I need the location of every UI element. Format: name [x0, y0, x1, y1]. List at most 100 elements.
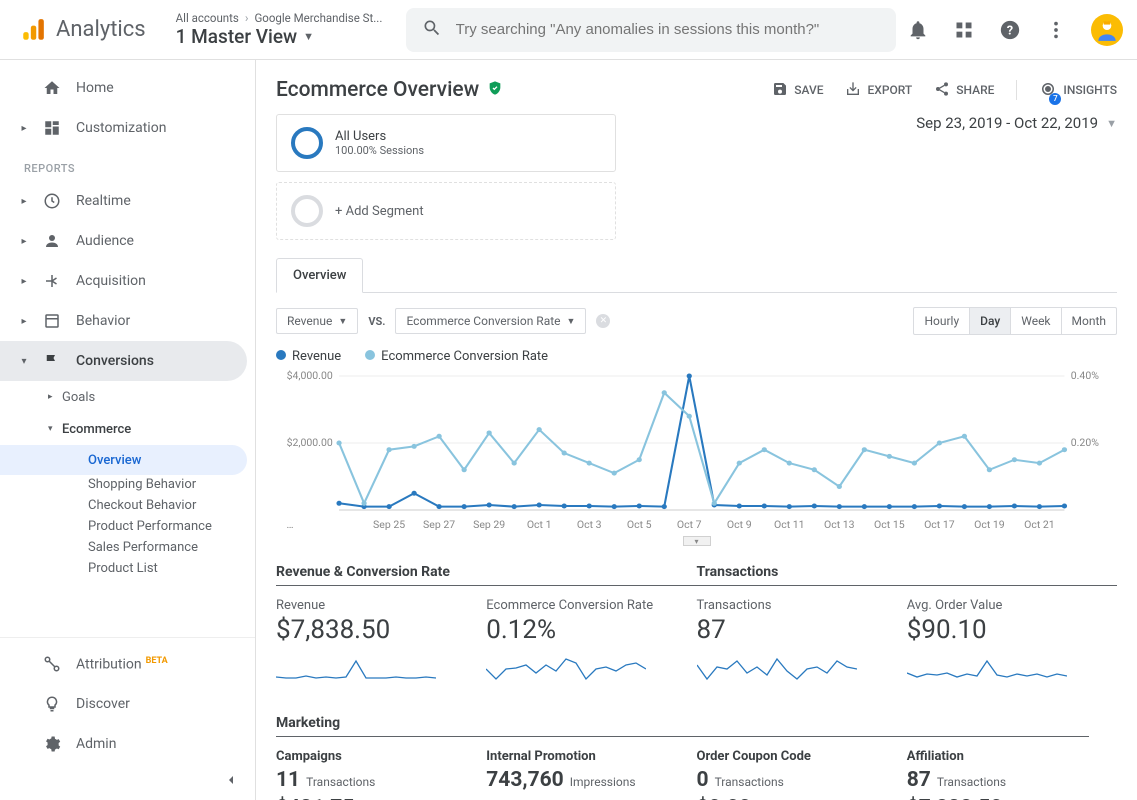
svg-text:Oct 1: Oct 1 — [527, 518, 552, 531]
vs-label: VS. — [368, 315, 385, 328]
tab-bar: Overview — [276, 258, 1117, 293]
attribution-icon — [42, 655, 62, 673]
svg-text:Oct 15: Oct 15 — [874, 518, 905, 531]
nav-sales-performance[interactable]: Sales Performance — [0, 538, 255, 559]
separator — [1016, 80, 1017, 100]
svg-text:0.20%: 0.20% — [1071, 436, 1100, 449]
metric-secondary-dropdown[interactable]: Ecommerce Conversion Rate▼ — [395, 308, 586, 334]
svg-text:$4,000.00: $4,000.00 — [287, 369, 333, 382]
export-button[interactable]: EXPORT — [845, 81, 912, 100]
section-transactions: Transactions — [697, 564, 1118, 586]
nav-goals[interactable]: ▸Goals — [0, 381, 255, 413]
remove-secondary-metric-button[interactable]: ✕ — [596, 314, 610, 328]
granularity-week[interactable]: Week — [1010, 308, 1060, 334]
breadcrumb-property: Google Merchandise St... — [254, 11, 382, 25]
nav-product-list[interactable]: Product List — [0, 559, 255, 586]
granularity-hourly[interactable]: Hourly — [914, 308, 969, 334]
nav-conversions[interactable]: ▾Conversions — [0, 341, 247, 381]
caret-down-icon: ▼ — [567, 316, 576, 327]
more-vert-icon[interactable] — [1045, 19, 1067, 41]
mk-unit: Impressions — [570, 775, 636, 789]
date-range-text: Sep 23, 2019 - Oct 22, 2019 — [916, 114, 1098, 132]
nav-label: Overview — [88, 453, 141, 468]
insights-button[interactable]: 7 INSIGHTS — [1039, 80, 1117, 101]
sparkline — [697, 651, 857, 683]
sparkline — [486, 651, 646, 683]
segment-name: All Users — [335, 129, 424, 144]
behavior-icon — [42, 312, 62, 330]
help-icon[interactable]: ? — [999, 19, 1021, 41]
mk-unit: Transactions — [715, 775, 784, 789]
clock-icon — [42, 192, 62, 210]
nav-section-reports: REPORTS — [0, 148, 255, 181]
nav-label: Conversions — [76, 353, 154, 369]
nav-acquisition[interactable]: ▸Acquisition — [0, 261, 255, 301]
nav-product-performance[interactable]: Product Performance — [0, 517, 255, 538]
action-label: SAVE — [794, 83, 823, 97]
account-avatar[interactable] — [1091, 14, 1123, 46]
action-label: SHARE — [956, 83, 994, 97]
ga-logo — [20, 17, 46, 43]
mk-value: 87 — [907, 768, 931, 792]
action-label: INSIGHTS — [1063, 83, 1117, 97]
marketing-campaigns: Campaigns 11Transactions $431.75Revenue — [276, 749, 486, 800]
section-revenue-conversion: Revenue & Conversion Rate — [276, 564, 697, 586]
nav-checkout-behavior[interactable]: Checkout Behavior — [0, 496, 255, 517]
mk-label: Campaigns — [276, 749, 468, 764]
main-chart[interactable]: $2,000.00$4,000.000.20%0.40%Sep 25Sep 27… — [276, 368, 1117, 538]
view-selector[interactable]: All accounts › Google Merchandise St... … — [176, 11, 396, 48]
kpi-label: Transactions — [697, 598, 889, 613]
share-button[interactable]: SHARE — [934, 81, 994, 100]
segment-swatch-empty-icon — [291, 195, 323, 227]
action-label: EXPORT — [867, 83, 912, 97]
dd-label: Revenue — [287, 314, 332, 328]
nav-audience[interactable]: ▸Audience — [0, 221, 255, 261]
nav-ecommerce-overview[interactable]: Overview — [0, 445, 247, 475]
add-segment-label: + Add Segment — [335, 204, 424, 219]
mk-label: Affiliation — [907, 749, 1099, 764]
search-icon — [422, 18, 442, 42]
date-range-picker[interactable]: Sep 23, 2019 - Oct 22, 2019 ▼ — [916, 114, 1117, 132]
kpi-value: $7,838.50 — [276, 615, 468, 645]
nav-discover[interactable]: Discover — [0, 684, 255, 724]
nav-label: Admin — [76, 736, 116, 752]
nav-home[interactable]: Home — [0, 68, 255, 108]
chart-drag-handle-icon[interactable]: ▾ — [683, 536, 711, 546]
save-button[interactable]: SAVE — [772, 81, 823, 100]
time-granularity-toggle: Hourly Day Week Month — [913, 307, 1117, 335]
mk-value: 11 — [276, 768, 300, 792]
mk-value: $0.00 — [697, 796, 751, 800]
caret-down-icon: ▼ — [1106, 117, 1117, 130]
add-segment-button[interactable]: + Add Segment — [276, 182, 616, 240]
kpi-value: $90.10 — [907, 615, 1099, 645]
nav-label: Behavior — [76, 313, 130, 329]
apps-icon[interactable] — [953, 19, 975, 41]
svg-text:Oct 3: Oct 3 — [577, 518, 602, 531]
insights-badge: 7 — [1049, 93, 1061, 105]
search-input[interactable] — [456, 21, 880, 38]
svg-text:Oct 17: Oct 17 — [924, 518, 955, 531]
search-bar[interactable] — [406, 8, 896, 52]
notifications-icon[interactable] — [907, 19, 929, 41]
nav-attribution[interactable]: AttributionBETA — [0, 644, 255, 684]
flag-icon — [42, 352, 62, 370]
segment-all-users[interactable]: All Users 100.00% Sessions — [276, 114, 616, 172]
granularity-day[interactable]: Day — [969, 308, 1010, 334]
nav-behavior[interactable]: ▸Behavior — [0, 301, 255, 341]
nav-admin[interactable]: Admin — [0, 724, 255, 764]
collapse-sidebar-button[interactable] — [0, 764, 255, 792]
svg-text:$2,000.00: $2,000.00 — [287, 436, 333, 449]
nav-ecommerce[interactable]: ▾Ecommerce — [0, 413, 255, 445]
granularity-month[interactable]: Month — [1061, 308, 1116, 334]
nav-customization[interactable]: ▸Customization — [0, 108, 255, 148]
nav-shopping-behavior[interactable]: Shopping Behavior — [0, 475, 255, 496]
nav-label: Customization — [76, 120, 166, 136]
chart-legend: Revenue Ecommerce Conversion Rate — [276, 349, 1117, 364]
metric-primary-dropdown[interactable]: Revenue▼ — [276, 308, 358, 334]
segment-swatch-icon — [291, 127, 323, 159]
nav-realtime[interactable]: ▸Realtime — [0, 181, 255, 221]
marketing-internal-promotion: Internal Promotion 743,760Impressions — [486, 749, 696, 800]
mk-unit: Transactions — [306, 775, 375, 789]
tab-overview[interactable]: Overview — [276, 258, 363, 293]
segment-sub: 100.00% Sessions — [335, 144, 424, 157]
